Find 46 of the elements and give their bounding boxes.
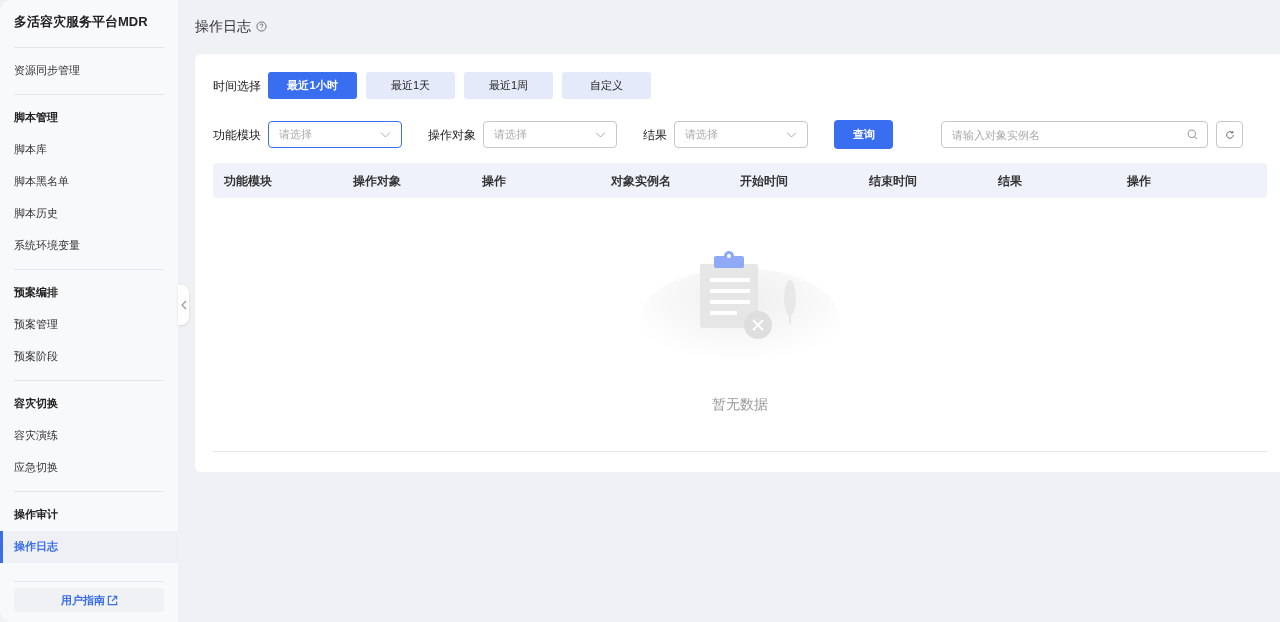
filter-label: 功能模块 (213, 126, 262, 144)
help-icon[interactable] (256, 20, 267, 32)
page-title: 操作日志 (195, 16, 251, 36)
sidebar-group-heading: 操作审计 (13, 507, 59, 523)
sidebar-item[interactable]: 容灾演练 (0, 419, 178, 452)
refresh-icon (1224, 129, 1235, 140)
chevron-down-icon (595, 131, 606, 138)
column-header: 功能模块 (224, 172, 273, 190)
sidebar-item[interactable]: 资源同步管理 (0, 54, 178, 87)
column-header: 结束时间 (869, 172, 918, 190)
sidebar-item[interactable]: 系统环境变量 (0, 229, 178, 262)
filter-label: 操作对象 (428, 126, 477, 144)
sidebar-item[interactable]: 预案管理 (0, 308, 178, 341)
user-guide-link[interactable]: 用户指南 (14, 588, 164, 612)
search-field[interactable]: 请输入对象实例名 (941, 121, 1208, 148)
time-range-button[interactable]: 最近1周 (464, 72, 553, 99)
query-button[interactable]: 查询 (834, 120, 893, 149)
sidebar-item[interactable]: 脚本库 (0, 133, 178, 166)
chevron-left-icon (180, 300, 187, 310)
search-icon (1187, 129, 1198, 140)
filter-label: 结果 (643, 126, 668, 144)
external-link-icon (106, 594, 118, 606)
column-header: 操作 (1127, 172, 1152, 190)
collapse-handle[interactable] (178, 285, 189, 325)
time-range-button[interactable]: 最近1小时 (268, 72, 357, 99)
sidebar-group-heading: 容灾切换 (13, 396, 59, 412)
sidebar-item[interactable]: 应急切换 (0, 451, 178, 484)
sidebar-group-heading: 预案编排 (13, 285, 59, 301)
app-title: 多活容灾服务平台MDR (13, 13, 149, 31)
column-header: 对象实例名 (611, 172, 672, 190)
time-range-button[interactable]: 最近1天 (366, 72, 455, 99)
column-header: 结果 (998, 172, 1023, 190)
sidebar-item[interactable]: 操作日志 (0, 530, 178, 563)
time-label: 时间选择 (213, 77, 262, 95)
column-header: 操作 (482, 172, 507, 190)
column-header: 开始时间 (740, 172, 789, 190)
chevron-down-icon (786, 131, 797, 138)
sidebar-item[interactable]: 预案阶段 (0, 340, 178, 373)
chevron-down-icon (380, 131, 391, 138)
refresh-button[interactable] (1216, 121, 1243, 148)
sidebar-item[interactable]: 脚本黑名单 (0, 165, 178, 198)
empty-text: 暂无数据 (712, 395, 768, 414)
sidebar-item[interactable]: 脚本历史 (0, 197, 178, 230)
column-header: 操作对象 (353, 172, 402, 190)
sidebar-group-heading: 脚本管理 (13, 110, 59, 126)
time-range-button[interactable]: 自定义 (562, 72, 651, 99)
